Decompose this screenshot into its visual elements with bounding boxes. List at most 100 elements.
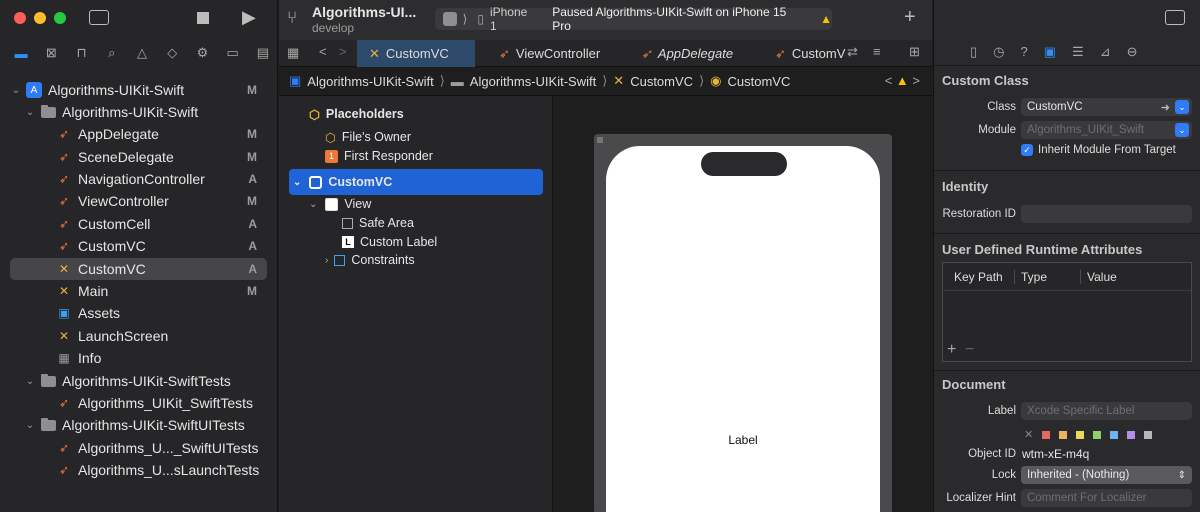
outline-constraints[interactable]: › Constraints	[325, 250, 415, 270]
attributes-inspector-icon[interactable]: ☰	[1072, 44, 1084, 60]
swap-icon[interactable]: ⇄	[847, 44, 858, 60]
outline-safe-area[interactable]: Safe Area	[342, 213, 414, 233]
debug-icon[interactable]: ⚙	[187, 45, 217, 61]
tree-row-uitests-group[interactable]: ⌄ Algorithms-UIKit-SwiftUITests	[10, 414, 267, 436]
column-value[interactable]: Value	[1081, 270, 1117, 284]
split-editor-icon[interactable]: ⊞	[909, 44, 920, 60]
color-swatch-blue[interactable]	[1110, 430, 1119, 439]
tab-customvc-swift[interactable]: ➶ CustomV	[763, 40, 857, 67]
color-swatch-gray[interactable]	[1144, 430, 1153, 439]
tree-row-navigationcontroller[interactable]: ➶ NavigationController A	[10, 168, 267, 190]
color-swatch-green[interactable]	[1093, 430, 1102, 439]
color-swatch-yellow[interactable]	[1076, 430, 1085, 439]
breadcrumb-object[interactable]: CustomVC	[727, 74, 790, 89]
tree-row-viewcontroller[interactable]: ➶ ViewController M	[10, 190, 267, 212]
run-destination[interactable]: iPhone 1	[490, 5, 536, 33]
restoration-id-field[interactable]	[1021, 205, 1192, 223]
disclosure-open-icon[interactable]: ⌄	[10, 85, 22, 96]
chevron-down-icon[interactable]: ⌄	[1175, 123, 1189, 137]
scene-frame[interactable]: Label	[594, 134, 892, 512]
localizer-hint-field[interactable]: Comment For Localizer	[1021, 489, 1192, 507]
tree-row-launchtests-file[interactable]: ➶ Algorithms_U...sLaunchTests	[10, 459, 267, 481]
help-inspector-icon[interactable]: ?	[1021, 44, 1028, 60]
tab-appdelegate[interactable]: ➶ AppDelegate	[629, 40, 745, 67]
lock-popup[interactable]: Inherited - (Nothing) ⇕	[1021, 466, 1192, 484]
grid-icon[interactable]: ▦	[287, 45, 299, 61]
report-icon[interactable]: ▤	[248, 45, 278, 61]
sidebar-toggle-icon[interactable]	[89, 10, 109, 25]
color-swatch-orange[interactable]	[1059, 430, 1068, 439]
close-window-button[interactable]	[14, 12, 26, 24]
editor-options-icon[interactable]: ≡	[873, 44, 881, 59]
disclosure-open-icon[interactable]: ⌄	[24, 107, 36, 118]
tree-row-info[interactable]: ▦ Info	[10, 347, 267, 369]
tree-row-tests-group[interactable]: ⌄ Algorithms-UIKit-SwiftTests	[10, 370, 267, 392]
outline-view[interactable]: ⌄ View	[309, 194, 371, 214]
tree-row-launchscreen[interactable]: ✕ LaunchScreen	[10, 325, 267, 347]
warning-icon[interactable]: ▲	[820, 12, 832, 26]
add-icon[interactable]: +	[904, 6, 916, 29]
runtime-attributes-table[interactable]: Key Path Type Value + −	[942, 262, 1192, 362]
interface-canvas[interactable]: Label	[554, 96, 932, 512]
breadcrumb-project[interactable]: Algorithms-UIKit-Swift	[307, 74, 433, 89]
tree-row-scenedelegate[interactable]: ➶ SceneDelegate M	[10, 146, 267, 168]
size-inspector-icon[interactable]: ⊿	[1100, 44, 1111, 60]
inspector-toggle-icon[interactable]	[1165, 10, 1185, 25]
tree-row-main[interactable]: ✕ Main M	[10, 280, 267, 302]
disclosure-closed-icon[interactable]: ›	[325, 255, 328, 266]
breadcrumb-group[interactable]: Algorithms-UIKit-Swift	[470, 74, 596, 89]
outline-placeholders[interactable]: ⬡ Placeholders	[309, 104, 404, 124]
inherit-module-checkbox[interactable]: ✓ Inherit Module From Target	[1021, 144, 1176, 156]
history-inspector-icon[interactable]: ◷	[993, 44, 1004, 60]
file-inspector-icon[interactable]: ▯	[970, 44, 977, 60]
outline-custom-label[interactable]: L Custom Label	[342, 232, 437, 252]
stop-icon[interactable]	[197, 12, 209, 24]
disclosure-open-icon[interactable]: ⌄	[24, 420, 36, 431]
outline-customvc[interactable]: ⌄ CustomVC	[289, 169, 543, 195]
tree-row-appdelegate[interactable]: ➶ AppDelegate M	[10, 123, 267, 145]
column-type[interactable]: Type	[1015, 269, 1081, 284]
tree-row-tests-file[interactable]: ➶ Algorithms_UIKit_SwiftTests	[10, 392, 267, 414]
connections-inspector-icon[interactable]: ⊖	[1127, 44, 1138, 60]
navigate-arrow-icon[interactable]: ➜	[1161, 101, 1170, 114]
run-icon[interactable]: ▶	[242, 7, 256, 28]
minimize-window-button[interactable]	[34, 12, 46, 24]
source-control-icon[interactable]: ⊠	[36, 45, 66, 61]
outline-first-responder[interactable]: 1 First Responder	[325, 146, 433, 166]
tree-row-customvc-swift[interactable]: ➶ CustomVC A	[10, 235, 267, 257]
tree-row-uitests-file[interactable]: ➶ Algorithms_U..._SwiftUITests	[10, 437, 267, 459]
outline-files-owner[interactable]: ⬡ File's Owner	[325, 127, 411, 147]
tree-row-customvc-xib[interactable]: ✕ CustomVC A	[10, 258, 267, 280]
disclosure-open-icon[interactable]: ⌄	[293, 177, 301, 188]
color-swatch-purple[interactable]	[1127, 430, 1136, 439]
folder-icon[interactable]: ▬	[6, 46, 36, 61]
breadcrumb-file[interactable]: CustomVC	[630, 74, 693, 89]
tab-viewcontroller[interactable]: ➶ ViewController	[487, 40, 612, 67]
iphone-screen[interactable]: Label	[606, 146, 880, 512]
custom-label[interactable]: Label	[606, 433, 880, 447]
color-swatch-red[interactable]	[1042, 430, 1051, 439]
back-arrow-icon[interactable]: <	[319, 44, 327, 59]
bookmark-icon[interactable]: ⊓	[66, 45, 96, 61]
tree-row-customcell[interactable]: ➶ CustomCell A	[10, 213, 267, 235]
tree-row-group[interactable]: ⌄ Algorithms-UIKit-Swift	[10, 101, 267, 123]
zoom-window-button[interactable]	[54, 12, 66, 24]
chevron-down-icon[interactable]: ⌄	[1175, 100, 1189, 114]
remove-attribute-button[interactable]: −	[965, 341, 974, 359]
test-icon[interactable]: ◇	[157, 45, 187, 61]
activity-view[interactable]: ⟩ ▯ iPhone 1 Paused Algorithms-UIKit-Swi…	[435, 5, 832, 33]
no-color-icon[interactable]: ✕	[1024, 428, 1033, 441]
doc-label-field[interactable]: Xcode Specific Label	[1021, 402, 1192, 420]
issue-icon[interactable]: △	[127, 45, 157, 61]
disclosure-open-icon[interactable]: ⌄	[309, 199, 317, 210]
breakpoint-icon[interactable]: ▭	[218, 45, 248, 61]
find-icon[interactable]: ⌕	[97, 45, 127, 61]
forward-arrow-icon[interactable]: >	[339, 44, 347, 59]
class-field[interactable]: CustomVC ➜ ⌄	[1021, 98, 1192, 116]
tree-row-assets[interactable]: ▣ Assets	[10, 302, 267, 324]
add-attribute-button[interactable]: +	[947, 341, 956, 359]
tab-customvc[interactable]: ✕ CustomVC	[357, 40, 475, 67]
column-key-path[interactable]: Key Path	[943, 269, 1015, 284]
tree-row-project[interactable]: ⌄ A Algorithms-UIKit-Swift M	[10, 79, 267, 101]
module-field[interactable]: Algorithms_UIKit_Swift ⌄	[1021, 121, 1192, 139]
